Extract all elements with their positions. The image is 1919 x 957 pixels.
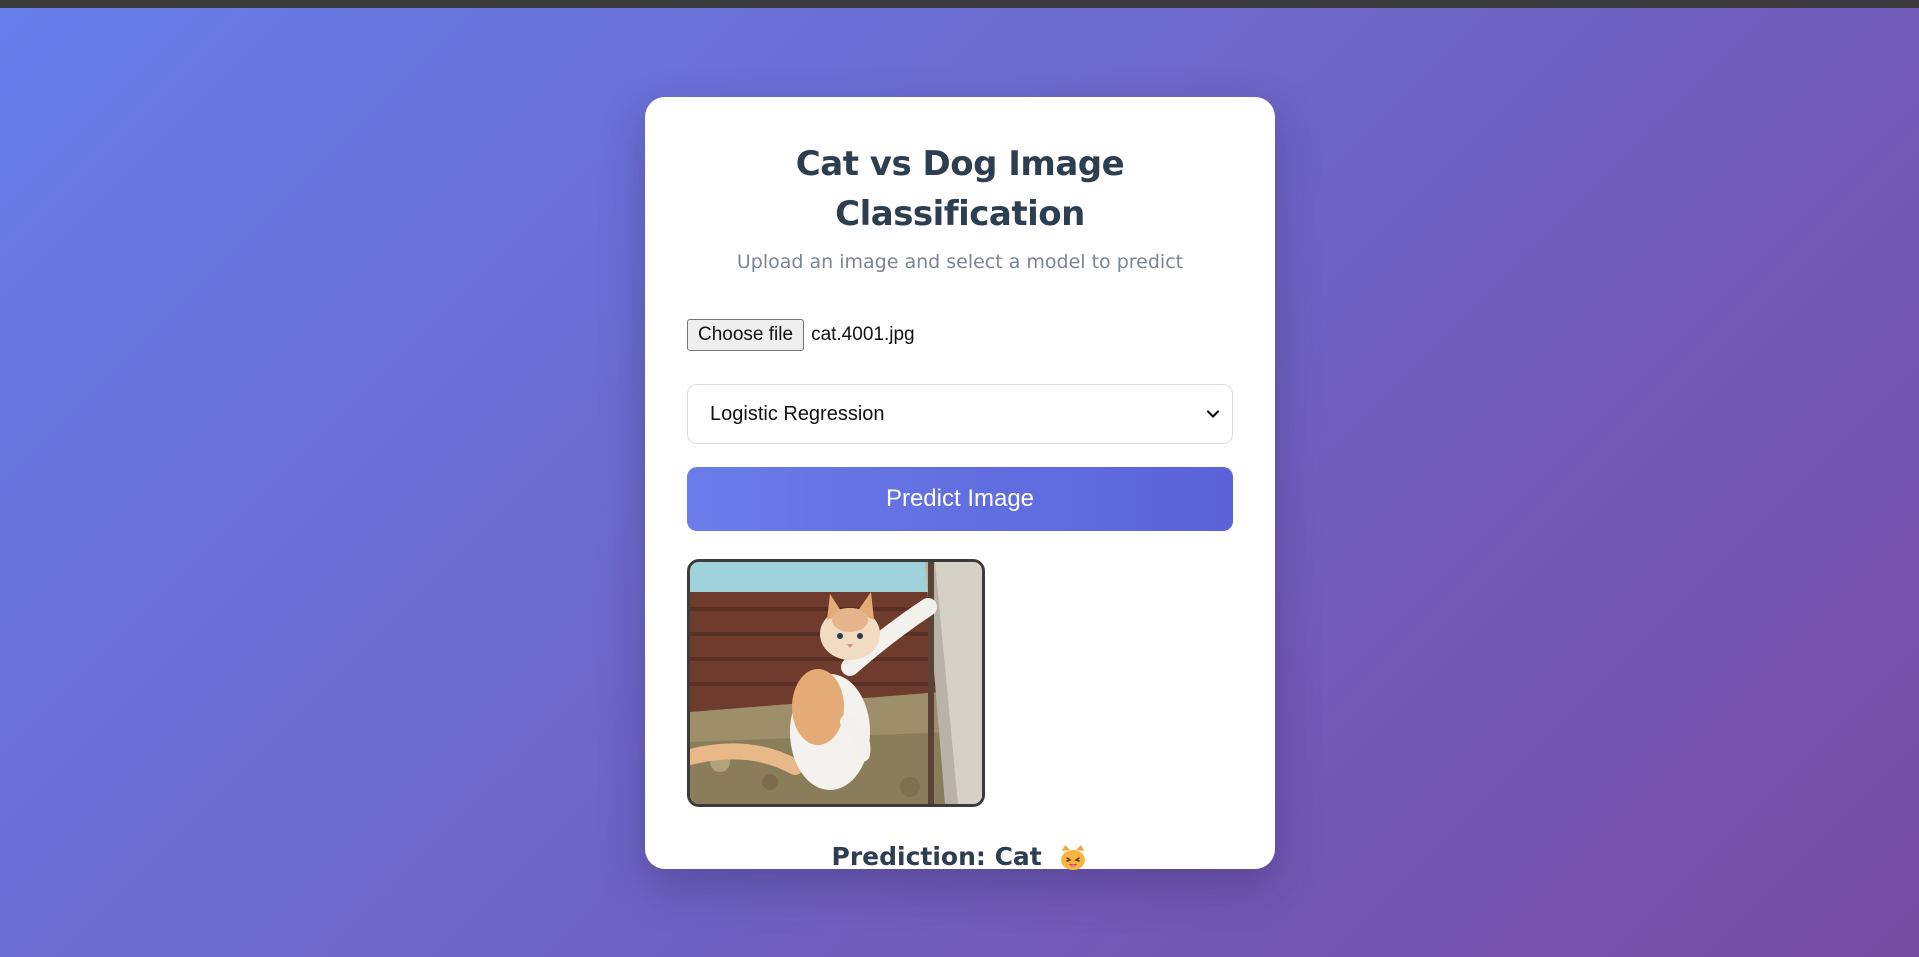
file-upload: Choose file cat.4001.jpg [687, 319, 1233, 351]
chevron-down-icon [1206, 410, 1220, 418]
model-select-value: Logistic Regression [710, 402, 885, 425]
choose-file-button[interactable]: Choose file [687, 319, 805, 351]
cat-photo [690, 562, 982, 804]
model-select[interactable]: Logistic Regression [687, 384, 1233, 444]
predict-image-button[interactable]: Predict Image [687, 467, 1233, 531]
page-subtitle: Upload an image and select a model to pr… [736, 251, 1184, 273]
selected-file-name: cat.4001.jpg [811, 324, 915, 345]
cat-face-emoji-icon [1061, 845, 1086, 870]
page-title: Cat vs Dog Image Classification [795, 144, 1125, 234]
browser-top-bar [0, 0, 1919, 8]
classifier-card: Cat vs Dog Image Classification Upload a… [645, 97, 1275, 871]
image-preview [687, 559, 985, 807]
prediction-result: Prediction: Cat [687, 839, 1233, 875]
prediction-text: Prediction: Cat [831, 842, 1042, 871]
